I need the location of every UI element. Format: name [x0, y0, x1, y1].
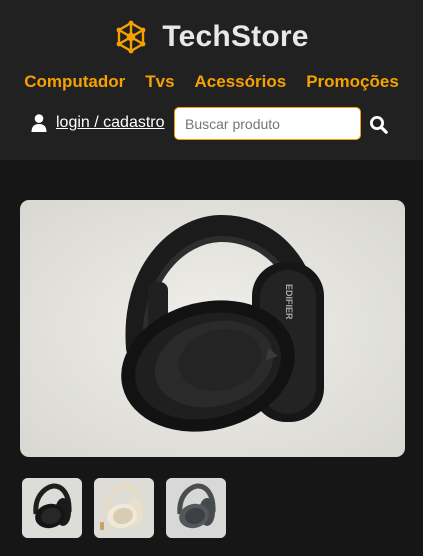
- main-nav: Computador Tvs Acessórios Promoções: [0, 72, 423, 92]
- brand-mark-text: EDIFIER: [284, 284, 294, 320]
- thumbnail-black[interactable]: [22, 478, 82, 538]
- brand[interactable]: TechStore: [0, 20, 423, 54]
- product-thumbnails: [22, 478, 238, 538]
- login-label: login / cadastro: [56, 114, 165, 131]
- nav-item-promocoes[interactable]: Promoções: [306, 72, 399, 92]
- headphones-thumb-ivory: [94, 478, 154, 538]
- nav-item-tvs[interactable]: Tvs: [145, 72, 174, 92]
- user-bar: login / cadastro: [0, 106, 423, 142]
- search-icon: [370, 116, 388, 134]
- headphones-thumb-black: [22, 478, 82, 538]
- product-main-image[interactable]: EDIFIER: [20, 200, 405, 457]
- thumbnail-ivory[interactable]: [94, 478, 154, 538]
- headphones-thumb-grey: [166, 478, 226, 538]
- search-button[interactable]: [369, 115, 389, 135]
- user-icon: [31, 114, 47, 132]
- nav-item-computador[interactable]: Computador: [24, 72, 125, 92]
- search-input[interactable]: [174, 107, 361, 140]
- headphones-image: EDIFIER: [121, 215, 324, 432]
- thumbnail-grey[interactable]: [166, 478, 226, 538]
- brand-name: TechStore: [162, 20, 309, 53]
- nav-item-acessorios[interactable]: Acessórios: [195, 72, 287, 92]
- network-hex-icon: [116, 20, 146, 54]
- login-link[interactable]: login / cadastro: [31, 114, 165, 132]
- site-header: TechStore Computador Tvs Acessórios Prom…: [0, 0, 423, 160]
